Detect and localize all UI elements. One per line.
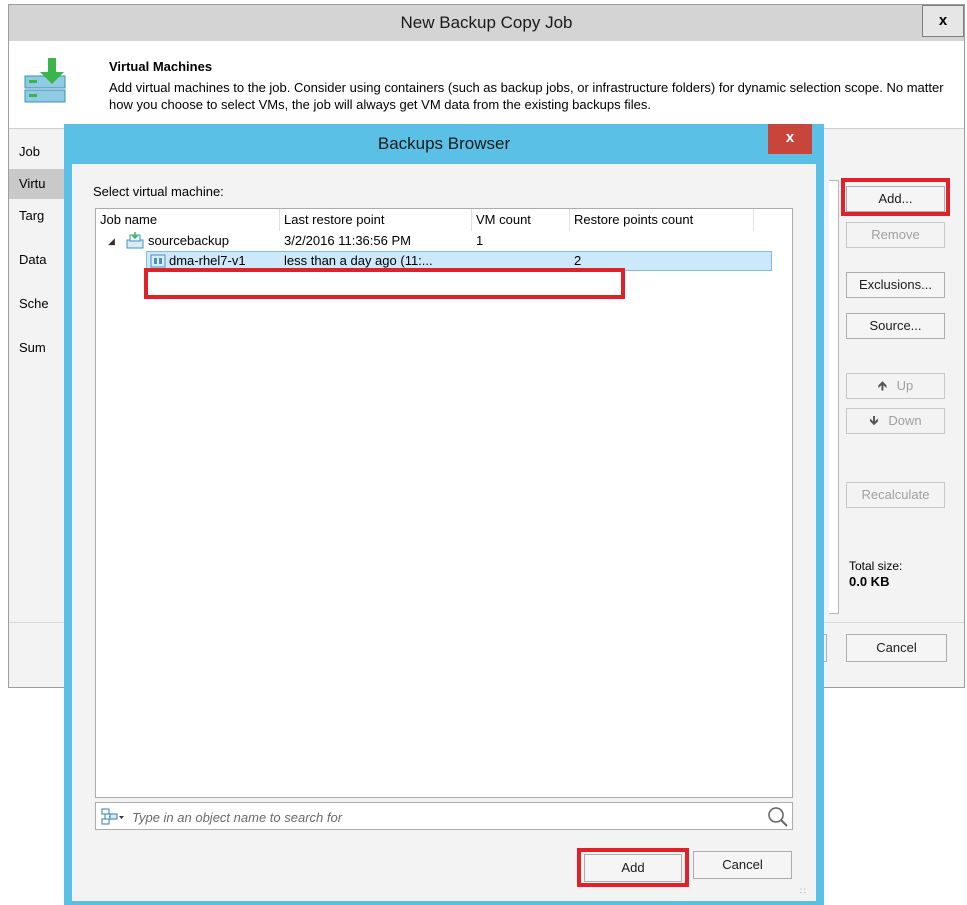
arrow-down-icon: 🡻 xyxy=(869,413,879,428)
search-input[interactable] xyxy=(132,807,742,827)
select-vm-label: Select virtual machine: xyxy=(93,184,224,199)
arrow-up-icon: 🡹 xyxy=(877,378,888,393)
backup-job-icon xyxy=(126,232,144,249)
vm-icon xyxy=(150,253,166,269)
object-type-dropdown-icon[interactable] xyxy=(101,808,125,826)
last-restore-point: 3/2/2016 11:36:56 PM xyxy=(284,233,411,248)
cancel-button[interactable]: Cancel xyxy=(846,634,947,662)
step-virtual-machines[interactable]: Virtu xyxy=(9,169,69,199)
step-title: Virtual Machines xyxy=(109,59,213,74)
dialog-cancel-button[interactable]: Cancel xyxy=(693,851,792,879)
step-job[interactable]: Job xyxy=(9,137,69,167)
restore-points-count: 2 xyxy=(574,253,582,268)
search-icon[interactable] xyxy=(767,806,789,828)
wizard-header: Virtual Machines Add virtual machines to… xyxy=(9,41,964,129)
vm-name: dma-rhel7-v1 xyxy=(169,253,246,268)
last-restore-point: less than a day ago (11:... xyxy=(284,253,433,268)
source-button[interactable]: Source... xyxy=(846,313,945,339)
total-size-label: Total size: xyxy=(849,559,903,573)
step-summary[interactable]: Sum xyxy=(9,333,69,363)
column-restore-points-count[interactable]: Restore points count xyxy=(570,209,754,231)
add-vm-button[interactable]: Add xyxy=(584,854,682,882)
vm-count: 1 xyxy=(476,233,484,248)
wizard-steps: Job Virtu Targ Data Sche Sum xyxy=(9,129,69,629)
column-vm-count[interactable]: VM count xyxy=(472,209,570,231)
down-button[interactable]: 🡻 Down xyxy=(846,408,945,434)
search-box[interactable] xyxy=(95,802,793,830)
dialog-title: Backups Browser xyxy=(377,134,511,153)
step-target[interactable]: Targ xyxy=(9,201,69,231)
add-vm-icon xyxy=(24,58,72,104)
window-title: New Backup Copy Job xyxy=(400,13,573,32)
up-button[interactable]: 🡹 Up xyxy=(846,373,945,399)
step-description: Add virtual machines to the job. Conside… xyxy=(109,80,944,112)
dialog-close-button[interactable]: x xyxy=(768,124,812,154)
tree-row-dma-rhel7-v1[interactable]: dma-rhel7-v1 less than a day ago (11:...… xyxy=(146,251,772,271)
vm-list[interactable] xyxy=(829,180,839,614)
total-size-value: 0.0 KB xyxy=(849,574,890,589)
remove-button[interactable]: Remove xyxy=(846,222,945,248)
resize-grip-icon[interactable]: ∷ xyxy=(800,885,812,897)
job-name: sourcebackup xyxy=(148,233,229,248)
tree-row-sourcebackup[interactable]: ◢ sourcebackup 3/2/2016 11:36:56 PM 1 xyxy=(96,231,792,251)
up-label: Up xyxy=(896,378,914,393)
down-label: Down xyxy=(888,413,922,428)
collapse-triangle-icon[interactable]: ◢ xyxy=(108,231,115,251)
exclusions-button[interactable]: Exclusions... xyxy=(846,272,945,298)
dialog-body: Select virtual machine: Job name Last re… xyxy=(72,164,816,901)
step-schedule[interactable]: Sche xyxy=(9,289,69,319)
close-button[interactable]: x xyxy=(922,5,964,37)
title-bar: New Backup Copy Job x xyxy=(9,5,964,41)
vm-row-highlight xyxy=(144,268,625,299)
add-button[interactable]: Add... xyxy=(846,186,945,212)
column-last-restore-point[interactable]: Last restore point xyxy=(280,209,472,231)
backups-browser-dialog: Backups Browser x Select virtual machine… xyxy=(64,124,824,905)
backups-tree-grid[interactable]: Job name Last restore point VM count Res… xyxy=(95,208,793,798)
step-data-transfer[interactable]: Data xyxy=(9,245,69,275)
recalculate-button[interactable]: Recalculate xyxy=(846,482,945,508)
column-job-name[interactable]: Job name xyxy=(96,209,280,231)
